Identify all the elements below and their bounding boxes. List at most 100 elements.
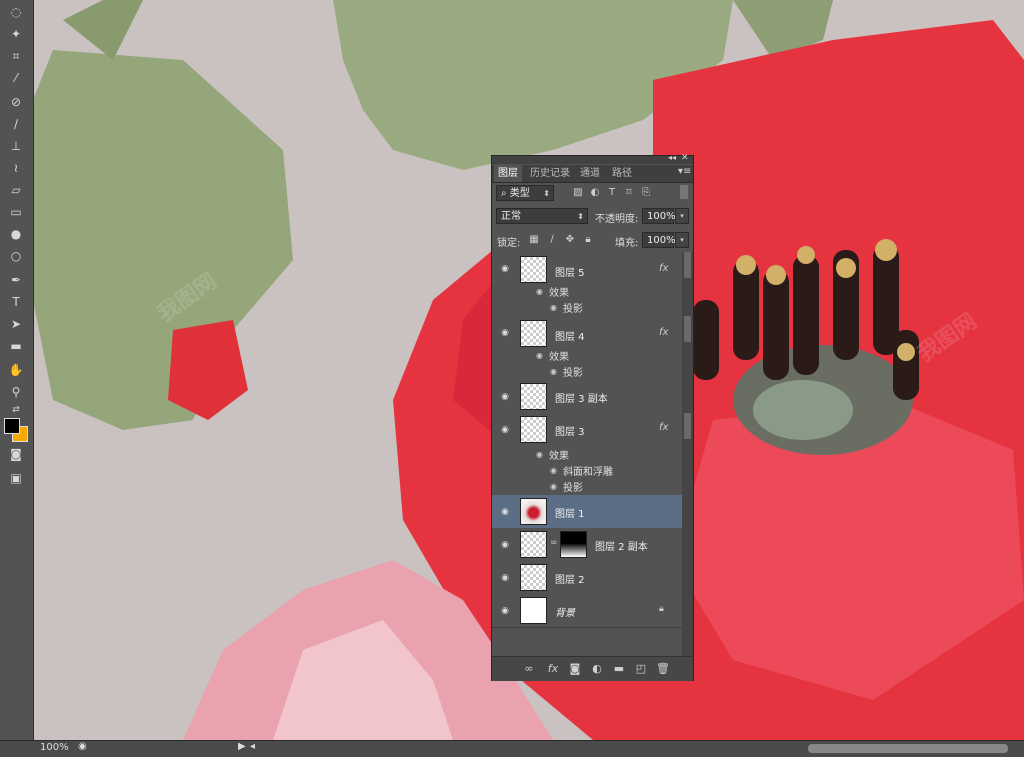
layer-name[interactable]: 图层 5 [555,264,585,279]
layer-name[interactable]: 图层 1 [555,505,585,520]
history-brush-icon[interactable]: ≀ [4,158,28,178]
link-layers-icon[interactable]: ∞ [522,662,536,676]
tab-layers[interactable]: 图层 [494,165,522,182]
quick-mask-icon[interactable]: ◙ [4,444,28,464]
tab-channels[interactable]: 通道 [576,165,604,182]
layer-row[interactable]: ◉ 图层 1 [492,495,682,529]
effect-visibility-icon[interactable]: ◉ [550,367,557,376]
lasso-icon[interactable]: ◌ [4,2,28,22]
new-group-icon[interactable]: ▬ [612,662,626,676]
effect-visibility-icon[interactable]: ◉ [550,303,557,312]
filter-adjustment-icon[interactable]: ◐ [589,187,601,199]
layer-row[interactable]: ◉ 图层 3 副本 [492,380,682,414]
layer-row[interactable]: ◉ 图层 3 fx ◉ 效果 ◉ 斜面和浮雕 ◉ 投影 [492,413,682,496]
panel-menu-icon[interactable]: ▾≡ [678,166,691,177]
effects-visibility-icon[interactable]: ◉ [536,287,543,296]
effect-name[interactable]: 投影 [563,300,583,315]
eyedropper-icon[interactable]: ⁄ [4,68,28,88]
filter-shape-icon[interactable]: ⌑ [623,187,635,199]
blur-icon[interactable]: ● [4,224,28,244]
new-layer-icon[interactable]: ◰ [634,662,648,676]
layer-name[interactable]: 图层 3 [555,423,585,438]
gradient-icon[interactable]: ▭ [4,202,28,222]
dodge-icon[interactable]: ○ [4,246,28,266]
status-menu-arrow-icon[interactable]: ▶ [238,741,246,752]
visibility-eye-icon[interactable]: ◉ [498,573,512,583]
mask-link-icon[interactable]: ∞ [550,538,558,548]
tab-paths[interactable]: 路径 [608,165,636,182]
visibility-eye-icon[interactable]: ◉ [498,264,512,274]
fx-icon[interactable]: fx [659,327,668,338]
layer-row[interactable]: ◉ 背景 🔒︎ [492,594,682,628]
trash-icon[interactable]: 🗑︎ [656,662,670,676]
layer-mask-thumbnail[interactable] [560,531,587,558]
filter-type-icon[interactable]: T [606,187,618,199]
layer-name[interactable]: 图层 2 [555,571,585,586]
collapse-icon[interactable]: ◂◂ [668,153,676,162]
scroll-left-icon[interactable]: ◂ [250,741,255,752]
lock-image-icon[interactable]: ∕ [546,234,558,246]
layer-row[interactable]: ◉ ∞ 图层 2 副本 [492,528,682,562]
lock-all-icon[interactable]: 🔒︎ [582,234,594,246]
horizontal-scrollbar[interactable] [808,744,1008,753]
opacity-field[interactable]: 100% [642,208,676,224]
effect-name[interactable]: 斜面和浮雕 [563,463,613,478]
blend-mode-dropdown[interactable]: 正常 ⬍ [496,208,588,224]
pen-icon[interactable]: ✒ [4,270,28,290]
effects-visibility-icon[interactable]: ◉ [536,450,543,459]
scroll-thumb[interactable] [684,413,691,439]
close-icon[interactable]: ✕ [681,153,689,163]
status-info-icon[interactable]: ◉ [78,741,87,752]
effect-name[interactable]: 投影 [563,364,583,379]
layer-row[interactable]: ◉ 图层 4 fx ◉ 效果 ◉ 投影 [492,316,682,381]
filter-toggle[interactable] [680,185,688,199]
fx-icon[interactable]: fx [659,263,668,274]
layer-row[interactable]: ◉ 图层 2 [492,561,682,595]
visibility-eye-icon[interactable]: ◉ [498,392,512,402]
add-mask-icon[interactable]: ◙ [568,662,582,676]
lock-transparent-icon[interactable]: ▦ [528,234,540,246]
layer-name[interactable]: 背景 [555,604,575,619]
layers-scrollbar[interactable] [682,252,693,656]
layer-name[interactable]: 图层 3 副本 [555,390,608,405]
effect-name[interactable]: 投影 [563,479,583,494]
fill-dropdown-arrow[interactable]: ▾ [675,232,689,248]
scroll-thumb[interactable] [684,252,691,278]
screen-mode-icon[interactable]: ▣ [4,468,28,488]
filter-kind-dropdown[interactable]: ⌕ 类型 ⬍ [496,185,554,201]
rectangle-icon[interactable]: ▬ [4,336,28,356]
visibility-eye-icon[interactable]: ◉ [498,507,512,517]
visibility-eye-icon[interactable]: ◉ [498,328,512,338]
hand-icon[interactable]: ✋ [4,360,28,380]
opacity-dropdown-arrow[interactable]: ▾ [675,208,689,224]
effect-visibility-icon[interactable]: ◉ [550,482,557,491]
zoom-level[interactable]: 100% [40,742,69,753]
filter-smart-object-icon[interactable]: ⎘ [640,187,652,199]
fx-icon[interactable]: fx [659,422,668,433]
eraser-icon[interactable]: ▱ [4,180,28,200]
fill-field[interactable]: 100% [642,232,676,248]
healing-brush-icon[interactable]: ⊘ [4,92,28,112]
layer-name[interactable]: 图层 4 [555,328,585,343]
clone-stamp-icon[interactable]: ⊥ [4,136,28,156]
visibility-eye-icon[interactable]: ◉ [498,425,512,435]
magic-wand-icon[interactable]: ✦ [4,24,28,44]
effects-visibility-icon[interactable]: ◉ [536,351,543,360]
path-select-icon[interactable]: ➤ [4,314,28,334]
layer-row[interactable]: ◉ 图层 5 fx ◉ 效果 ◉ 投影 [492,252,682,317]
tab-history[interactable]: 历史记录 [526,165,574,182]
swap-colors-icon[interactable]: ⇄ [4,400,28,420]
brush-icon[interactable]: ∕ [4,114,28,134]
scroll-thumb[interactable] [684,316,691,342]
type-icon[interactable]: T [4,292,28,312]
visibility-eye-icon[interactable]: ◉ [498,606,512,616]
panel-titlebar[interactable]: ◂◂ ✕ [492,153,693,164]
visibility-eye-icon[interactable]: ◉ [498,540,512,550]
filter-pixel-icon[interactable]: ▨ [572,187,584,199]
new-adjustment-icon[interactable]: ◐ [590,662,604,676]
effect-visibility-icon[interactable]: ◉ [550,466,557,475]
layer-name[interactable]: 图层 2 副本 [595,538,648,553]
foreground-color-swatch[interactable] [4,418,20,434]
crop-icon[interactable]: ⌗ [4,46,28,66]
add-style-icon[interactable]: fx [546,662,560,676]
